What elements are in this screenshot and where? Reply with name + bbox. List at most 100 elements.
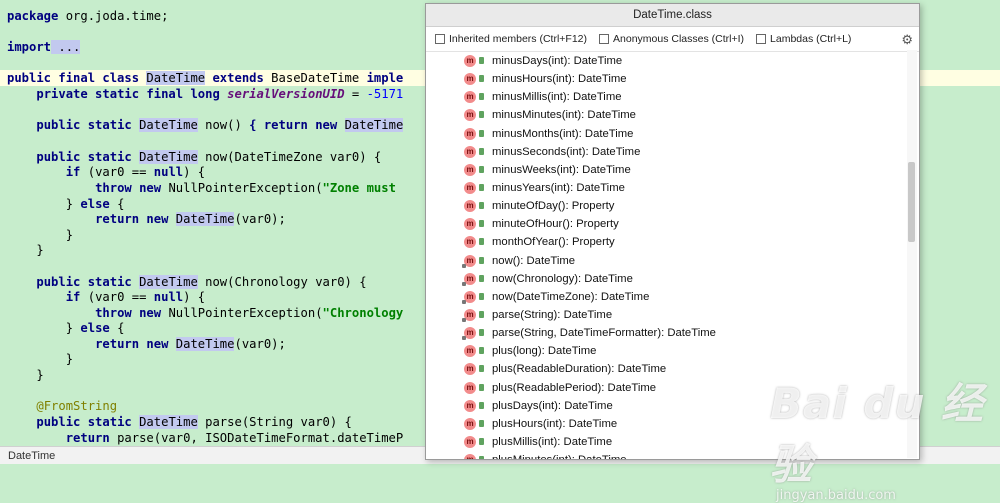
- member-list-item[interactable]: m minusMinutes(int): DateTime: [426, 106, 908, 124]
- public-access-icon: [479, 456, 484, 459]
- method-icon: m: [464, 417, 476, 430]
- anonymous-classes-checkbox[interactable]: Anonymous Classes (Ctrl+I): [599, 33, 744, 45]
- public-access-icon: [479, 165, 484, 173]
- public-access-icon: [479, 383, 484, 391]
- code-line-throw-chronology: throw new NullPointerException("Chronolo…: [95, 306, 404, 320]
- member-label: plusHours(int): DateTime: [492, 417, 618, 430]
- member-list-item[interactable]: m minusWeeks(int): DateTime: [426, 161, 908, 179]
- method-icon: m: [464, 381, 476, 394]
- method-icon: m: [464, 200, 476, 213]
- member-label: plusMillis(int): DateTime: [492, 435, 613, 448]
- method-icon: m: [464, 145, 476, 158]
- code-line-else: } else {: [65, 321, 125, 335]
- member-list-item[interactable]: m minusYears(int): DateTime: [426, 179, 908, 197]
- code-line-return-datetime: return new DateTime(var0);: [95, 212, 286, 226]
- public-access-icon: [479, 238, 484, 246]
- code-line-class-declaration: public final class DateTime extends Base…: [7, 71, 404, 85]
- member-label: minuteOfHour(): Property: [492, 218, 619, 231]
- method-icon: m: [462, 290, 476, 304]
- member-list-item[interactable]: m monthOfYear(): Property: [426, 233, 908, 251]
- public-access-icon: [479, 93, 484, 101]
- code-line-now-chronology: public static DateTime now(Chronology va…: [36, 275, 367, 289]
- public-access-icon: [479, 437, 484, 445]
- public-access-icon: [479, 310, 484, 318]
- member-label: plus(long): DateTime: [492, 345, 597, 358]
- public-access-icon: [479, 129, 484, 137]
- member-label: minusWeeks(int): DateTime: [492, 163, 631, 176]
- public-access-icon: [479, 75, 484, 83]
- member-list-item[interactable]: m parse(String): DateTime: [426, 306, 908, 324]
- popup-options-bar: Inherited members (Ctrl+F12) Anonymous C…: [426, 27, 919, 52]
- watermark-logo: Bai du 经验: [770, 379, 984, 489]
- member-label: plus(ReadableDuration): DateTime: [492, 363, 667, 376]
- method-icon: m: [464, 399, 476, 412]
- method-icon: m: [464, 345, 476, 358]
- public-access-icon: [479, 111, 484, 119]
- member-label: minusMonths(int): DateTime: [492, 127, 634, 140]
- method-icon: m: [464, 363, 476, 376]
- checkbox-icon[interactable]: [599, 34, 610, 44]
- member-list-item[interactable]: m plus(long): DateTime: [426, 342, 908, 360]
- member-list-item[interactable]: m now(DateTimeZone): DateTime: [426, 288, 908, 306]
- method-icon: m: [464, 55, 476, 67]
- member-label: now(): DateTime: [492, 254, 576, 267]
- member-label: minuteOfDay(): Property: [492, 200, 615, 213]
- member-label: minusMinutes(int): DateTime: [492, 109, 636, 122]
- gear-icon[interactable]: ⚙: [901, 32, 913, 48]
- member-label: plusDays(int): DateTime: [492, 399, 613, 412]
- method-icon: m: [462, 254, 476, 268]
- public-access-icon: [479, 147, 484, 155]
- method-icon: m: [462, 327, 476, 341]
- code-line-now-zone: public static DateTime now(DateTimeZone …: [36, 150, 382, 164]
- public-access-icon: [479, 57, 484, 64]
- method-icon: m: [464, 109, 476, 122]
- method-icon: m: [464, 73, 476, 86]
- member-list-item[interactable]: m minusSeconds(int): DateTime: [426, 143, 908, 161]
- scrollbar-thumb[interactable]: [908, 162, 915, 242]
- code-line-annotation: @FromString: [36, 399, 118, 413]
- member-label: minusMillis(int): DateTime: [492, 91, 622, 104]
- code-line-else: } else {: [65, 197, 125, 211]
- member-list-item[interactable]: m minusDays(int): DateTime: [426, 52, 908, 70]
- member-label: plusMinutes(int): DateTime: [492, 454, 627, 459]
- code-line-if-null: if (var0 == null) {: [65, 165, 206, 179]
- member-label: now(Chronology): DateTime: [492, 272, 633, 285]
- method-icon: m: [464, 236, 476, 249]
- code-line-package: package org.joda.time;: [7, 9, 169, 23]
- method-icon: m: [464, 435, 476, 448]
- method-icon: m: [462, 308, 476, 322]
- method-icon: m: [464, 454, 476, 459]
- member-list-item[interactable]: m now(Chronology): DateTime: [426, 270, 908, 288]
- checkbox-icon[interactable]: [756, 34, 767, 44]
- checkbox-icon[interactable]: [435, 34, 445, 44]
- member-label: minusYears(int): DateTime: [492, 181, 625, 194]
- public-access-icon: [479, 256, 484, 264]
- member-list-item[interactable]: m minusMonths(int): DateTime: [426, 125, 908, 143]
- member-label: monthOfYear(): Property: [492, 236, 615, 249]
- member-label: minusHours(int): DateTime: [492, 73, 627, 86]
- code-line-parse: public static DateTime parse(String var0…: [36, 415, 352, 429]
- public-access-icon: [479, 220, 484, 228]
- public-access-icon: [479, 274, 484, 282]
- member-list-item[interactable]: m minuteOfDay(): Property: [426, 197, 908, 215]
- public-access-icon: [479, 292, 484, 300]
- code-line-if-null: if (var0 == null) {: [65, 290, 206, 304]
- method-icon: m: [464, 218, 476, 231]
- member-list-item[interactable]: m minusMillis(int): DateTime: [426, 88, 908, 106]
- watermark-url: jingyan.baidu.com: [776, 488, 896, 503]
- member-list-item[interactable]: m minusHours(int): DateTime: [426, 70, 908, 88]
- popup-title: DateTime.class: [426, 4, 919, 27]
- member-list-item[interactable]: m minuteOfHour(): Property: [426, 215, 908, 233]
- method-icon: m: [464, 163, 476, 176]
- public-access-icon: [479, 401, 484, 409]
- lambdas-checkbox[interactable]: Lambdas (Ctrl+L): [756, 33, 851, 45]
- code-line-import: import ...: [7, 40, 81, 54]
- member-list-item[interactable]: m parse(String, DateTimeFormatter): DateT…: [426, 324, 908, 342]
- member-label: parse(String, DateTimeFormatter): DateTi…: [492, 327, 716, 340]
- member-list-item[interactable]: m now(): DateTime: [426, 252, 908, 270]
- code-line-return-parse: return parse(var0, ISODateTimeFormat.dat…: [65, 431, 404, 445]
- code-line-now: public static DateTime now() { return ne…: [36, 118, 404, 132]
- public-access-icon: [479, 202, 484, 210]
- member-label: plus(ReadablePeriod): DateTime: [492, 381, 657, 394]
- inherited-members-checkbox[interactable]: Inherited members (Ctrl+F12): [435, 33, 587, 45]
